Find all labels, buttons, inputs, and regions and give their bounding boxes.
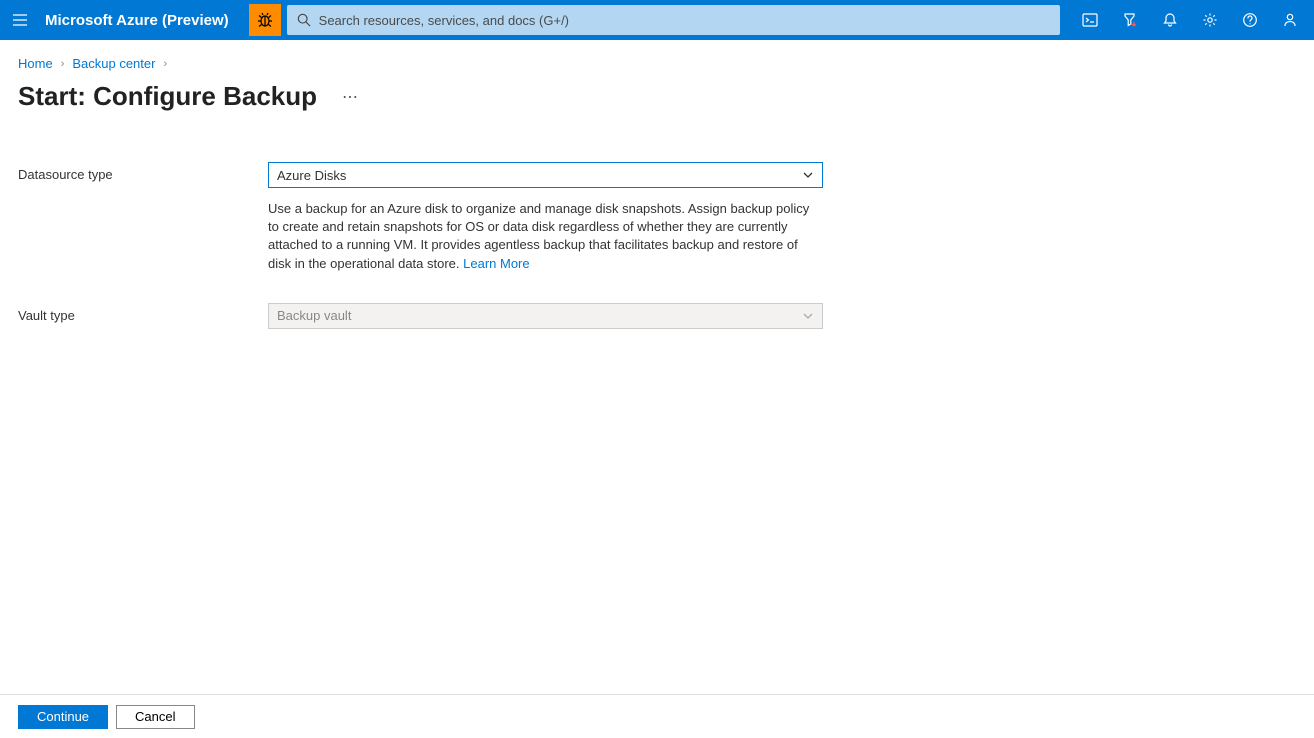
form-area: Datasource type Azure Disks Use a backup…: [18, 162, 1296, 329]
global-search[interactable]: [287, 5, 1060, 35]
filter-icon: [1122, 12, 1138, 28]
feedback-button[interactable]: [1270, 0, 1310, 40]
bell-icon: [1162, 12, 1178, 28]
cloud-shell-button[interactable]: [1070, 0, 1110, 40]
vault-type-select: Backup vault: [268, 303, 823, 329]
chevron-right-icon: ›: [61, 58, 65, 70]
chevron-down-icon: [802, 169, 814, 181]
page-title-row: Start: Configure Backup ⋯: [18, 81, 1296, 112]
page-title: Start: Configure Backup: [18, 81, 317, 112]
search-icon: [297, 13, 311, 27]
vault-type-value: Backup vault: [277, 308, 351, 323]
hamburger-icon: [12, 12, 28, 28]
vault-type-label: Vault type: [18, 303, 268, 323]
help-icon: [1242, 12, 1258, 28]
person-icon: [1282, 12, 1298, 28]
datasource-type-value: Azure Disks: [277, 168, 346, 183]
datasource-type-label: Datasource type: [18, 162, 268, 182]
bug-icon: [256, 11, 274, 29]
top-right-icons: [1070, 0, 1314, 40]
learn-more-link[interactable]: Learn More: [463, 256, 529, 271]
datasource-type-select[interactable]: Azure Disks: [268, 162, 823, 188]
breadcrumb: Home › Backup center ›: [18, 48, 1296, 79]
footer-bar: Continue Cancel: [0, 694, 1314, 738]
brand-title: Microsoft Azure (Preview): [40, 12, 249, 29]
top-bar: Microsoft Azure (Preview): [0, 0, 1314, 40]
breadcrumb-backup-center[interactable]: Backup center: [72, 56, 155, 71]
chevron-down-icon: [802, 310, 814, 322]
cancel-button[interactable]: Cancel: [116, 705, 194, 729]
cloud-shell-icon: [1082, 12, 1098, 28]
help-button[interactable]: [1230, 0, 1270, 40]
preview-bug-button[interactable]: [249, 4, 281, 36]
more-actions-button[interactable]: ⋯: [342, 87, 359, 107]
search-input[interactable]: [319, 13, 1050, 28]
chevron-right-icon: ›: [163, 58, 167, 70]
vault-type-row: Vault type Backup vault: [18, 303, 1296, 329]
breadcrumb-home[interactable]: Home: [18, 56, 53, 71]
gear-icon: [1202, 12, 1218, 28]
page-content: Home › Backup center › Start: Configure …: [0, 40, 1314, 329]
continue-button[interactable]: Continue: [18, 705, 108, 729]
datasource-type-row: Datasource type Azure Disks Use a backup…: [18, 162, 1296, 291]
datasource-helper-text: Use a backup for an Azure disk to organi…: [268, 200, 823, 273]
directory-filter-button[interactable]: [1110, 0, 1150, 40]
settings-button[interactable]: [1190, 0, 1230, 40]
notifications-button[interactable]: [1150, 0, 1190, 40]
hamburger-menu-button[interactable]: [0, 0, 40, 40]
